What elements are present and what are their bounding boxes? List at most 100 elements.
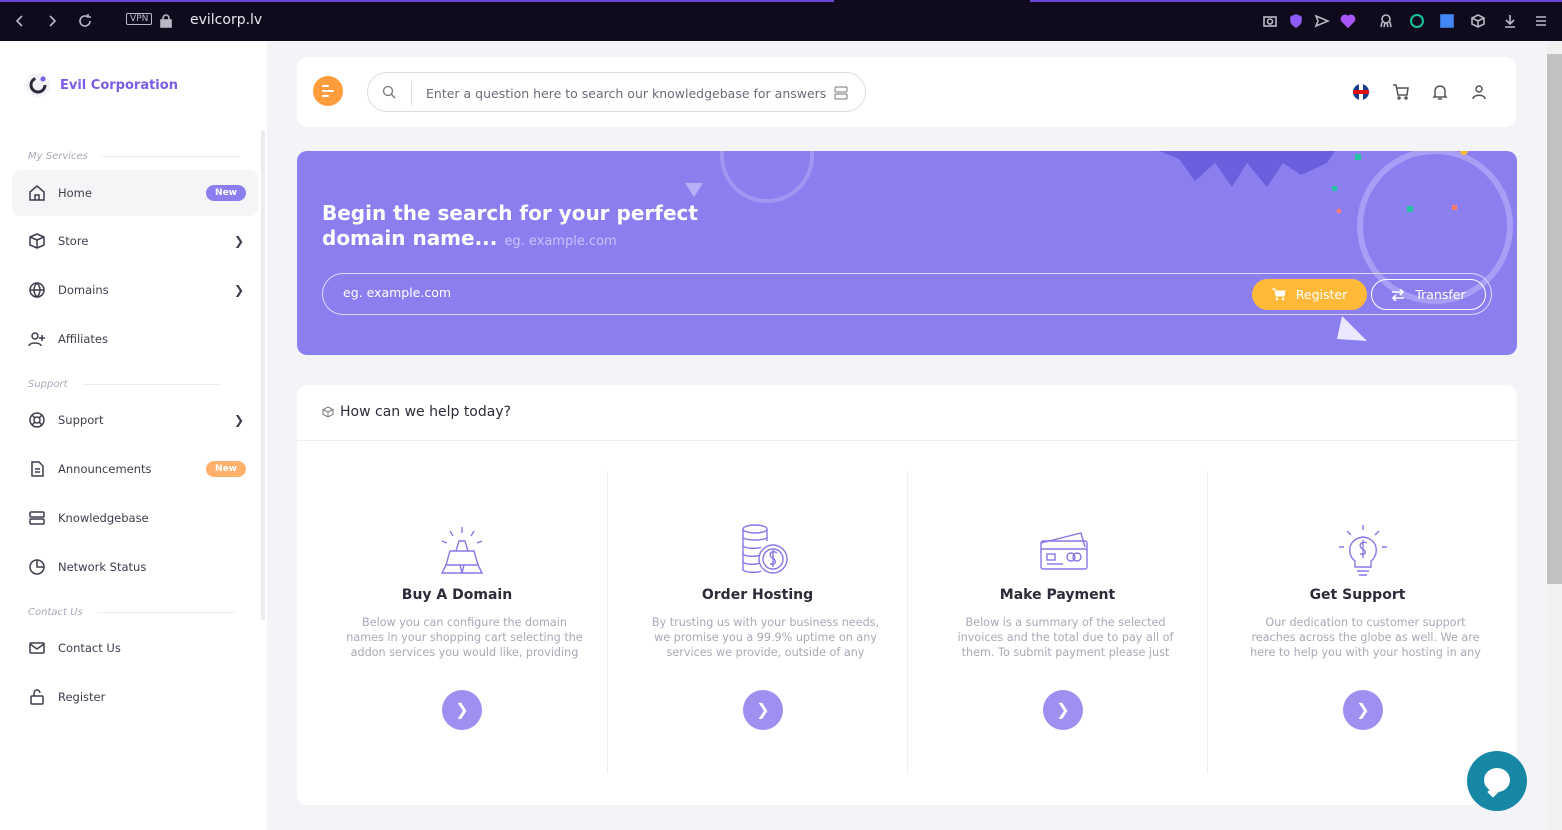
lifebuoy-icon [29,412,45,428]
grammar-icon[interactable] [1408,12,1426,30]
option-description: Our dedication to customer support reach… [1250,616,1481,659]
section-contact-us: Contact Us [28,607,235,618]
option-title: Order Hosting [701,587,814,603]
get-support-go-button[interactable]: ❯ [1343,690,1383,730]
transfer-label: Transfer [1415,287,1466,302]
sidebar: Evil Corporation My Services Home New St… [0,41,267,830]
sidebar-item-label: Domains [58,283,109,297]
sidebar-item-label: Affiliates [58,332,108,346]
server-icon [29,511,45,525]
sidebar-item-domains[interactable]: Domains ❯ [12,267,258,313]
home-icon [29,185,45,201]
translate-icon[interactable] [1438,12,1456,30]
sidebar-item-label: Announcements [58,462,152,476]
download-icon[interactable] [1501,12,1519,30]
sidebar-item-label: Store [58,234,89,248]
vpn-badge[interactable]: VPN [126,13,153,25]
option-title: Make Payment [999,587,1116,603]
bell-icon[interactable] [1431,83,1449,101]
tab-indicator [0,0,834,2]
option-description: By trusting us with your business needs,… [651,616,880,659]
cart-icon[interactable] [1392,83,1410,101]
sidebar-item-contact-us[interactable]: Contact Us [12,625,258,671]
register-label: Register [1295,287,1348,302]
user-plus-icon [28,332,45,347]
sidebar-item-register[interactable]: Register [12,674,258,720]
make-payment-go-button[interactable]: ❯ [1043,690,1083,730]
camera-icon[interactable] [1261,12,1279,30]
mail-icon [29,642,45,654]
cube-icon[interactable] [1469,12,1487,30]
pie-chart-icon [29,559,45,575]
tab-indicator [1030,0,1562,2]
cart-icon [1271,288,1286,301]
domain-search-hero: Begin the search for your perfect domain… [297,151,1517,355]
sidebar-item-network-status[interactable]: Network Status [12,544,258,590]
brand-logo[interactable]: Evil Corporation [26,73,178,97]
sidebar-item-home[interactable]: Home New [12,170,258,216]
knowledgebase-search[interactable] [367,72,866,112]
sidebar-item-label: Home [58,186,92,200]
user-icon[interactable] [1470,83,1488,101]
gold-bars-icon [432,521,492,581]
hamburger-line [322,85,329,87]
globe-icon [29,282,45,299]
reload-icon[interactable] [76,12,94,30]
forward-icon[interactable] [43,12,61,30]
sidebar-item-support[interactable]: Support ❯ [12,397,258,443]
box-icon [29,233,45,249]
menu-toggle-button[interactable] [313,76,343,106]
sidebar-item-announcements[interactable]: Announcements New [12,446,258,492]
transfer-arrows-icon [1392,288,1405,301]
coins-icon [733,521,793,581]
section-support: Support [28,379,220,390]
sidebar-item-affiliates[interactable]: Affiliates [12,316,258,362]
sidebar-scrollbar[interactable] [261,130,265,620]
shield-icon[interactable] [1287,12,1305,30]
cube-icon [322,406,334,418]
search-input[interactable] [426,83,826,103]
hamburger-line [322,90,334,92]
search-divider [411,81,412,105]
document-icon [31,461,44,477]
octopus-icon[interactable] [1377,12,1395,30]
option-title: Buy A Domain [401,587,513,603]
register-button[interactable]: Register [1252,279,1367,310]
sidebar-item-label: Register [58,690,106,704]
option-title: Get Support [1309,587,1406,603]
search-icon [382,85,396,99]
brand-name: Evil Corporation [60,77,178,93]
lock-icon[interactable] [157,12,175,30]
logo-mark-icon [26,73,50,97]
sidebar-item-label: Contact Us [58,641,121,655]
hero-title: Begin the search for your perfect domain… [322,201,722,254]
help-option-make-payment: Make Payment Below is a summary of the s… [907,471,1207,774]
chat-bubble-icon[interactable] [1467,751,1527,811]
section-my-services: My Services [28,151,240,162]
help-card-header: How can we help today? [297,385,1517,441]
sidebar-item-knowledgebase[interactable]: Knowledgebase [12,495,258,541]
new-badge: New [206,185,246,201]
lightbulb-icon [1333,521,1393,581]
unlock-icon [30,689,44,705]
help-option-buy-domain: Buy A Domain Below you can configure the… [307,471,607,774]
domain-search-box[interactable]: Register Transfer [322,273,1492,315]
new-badge: New [206,461,246,477]
credit-card-icon [1033,521,1093,581]
domain-input[interactable] [343,285,1143,300]
menu-icon[interactable] [1532,12,1550,30]
heart-icon[interactable] [1339,12,1357,30]
help-title: How can we help today? [340,404,512,420]
back-icon[interactable] [11,12,29,30]
transfer-button[interactable]: Transfer [1371,279,1486,310]
buy-domain-go-button[interactable]: ❯ [442,690,482,730]
send-icon[interactable] [1313,12,1331,30]
option-description: Below you can configure the domain names… [346,616,583,659]
page-scrollbar-thumb[interactable] [1547,54,1562,584]
chevron-right-icon: ❯ [233,413,244,427]
address-bar[interactable]: evilcorp.lv [190,12,262,28]
sidebar-item-store[interactable]: Store ❯ [12,218,258,264]
language-flag-icon[interactable] [1353,84,1369,100]
server-icon[interactable] [833,85,849,101]
order-hosting-go-button[interactable]: ❯ [743,690,783,730]
